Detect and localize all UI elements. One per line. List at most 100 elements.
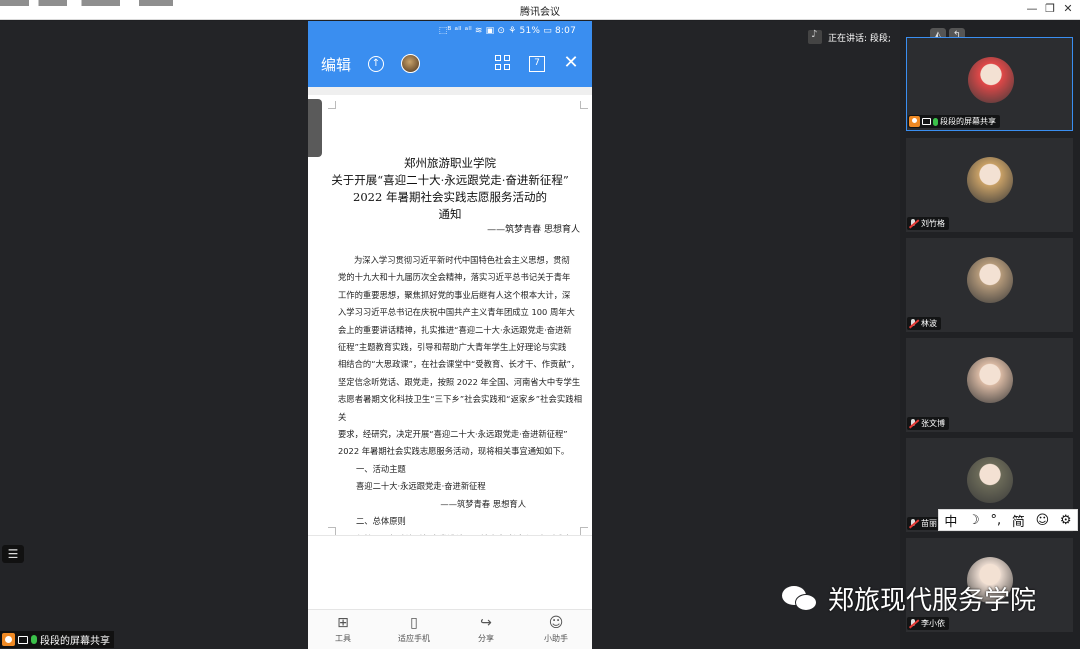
paragraph-line: 为深入学习贯彻习近平新时代中国特色社会主义思想，贯彻 bbox=[354, 255, 570, 265]
section-heading: 一、活动主题 bbox=[356, 463, 406, 474]
avatar bbox=[967, 257, 1013, 303]
paragraph-line: 工作的重要思想，聚焦抓好党的事业后继有人这个根本大计，深 bbox=[338, 289, 571, 300]
avatar bbox=[968, 57, 1014, 103]
wechat-logo-icon bbox=[782, 584, 820, 614]
doc-title-line: 郑州旅游职业学院 bbox=[404, 156, 496, 170]
paragraph-line: 志愿者暑期文化科技卫生“三下乡”社会实践和“返家乡”社会实践相关 bbox=[338, 394, 582, 422]
mic-muted-icon bbox=[908, 518, 919, 529]
assistant-button[interactable]: ☺ 小助手 bbox=[526, 614, 586, 644]
user-icon bbox=[2, 633, 15, 646]
share-button[interactable]: ↪ 分享 bbox=[456, 614, 516, 644]
minimize-button[interactable]: — bbox=[1024, 2, 1040, 16]
close-icon[interactable]: ✕ bbox=[562, 54, 580, 72]
phone-fit-label: 适应手机 bbox=[398, 634, 430, 643]
doc-gap bbox=[308, 87, 592, 95]
user-icon bbox=[909, 116, 920, 127]
paragraph-line: 会上的重要讲话精神，扎实推进“喜迎二十大·永远跟党走·奋进新 bbox=[338, 324, 572, 335]
window-title: 腾讯会议 bbox=[520, 7, 560, 18]
participant-tile[interactable]: 刘竹格 bbox=[906, 138, 1073, 232]
ime-mode-chinese[interactable]: 中 bbox=[944, 511, 957, 530]
page-corner-mark bbox=[328, 527, 336, 535]
side-drag-handle[interactable] bbox=[308, 99, 322, 157]
participant-label: 张文博 bbox=[907, 417, 949, 430]
participant-name: 苗丽 bbox=[921, 519, 937, 528]
mic-muted-icon bbox=[908, 418, 919, 429]
participant-label: 李小依 bbox=[907, 617, 949, 630]
phone-fit-button[interactable]: ▯ 适应手机 bbox=[384, 614, 444, 644]
list-icon[interactable]: ☰ bbox=[2, 545, 24, 563]
mic-icon bbox=[31, 635, 37, 644]
ime-emoji-icon[interactable]: ☺ bbox=[1036, 513, 1050, 528]
page-corner-mark bbox=[580, 527, 588, 535]
speaking-text: 正在讲话: 段段; bbox=[828, 33, 891, 44]
upload-icon[interactable]: ↑ bbox=[368, 56, 384, 72]
ime-half-width-icon[interactable]: ☽ bbox=[968, 513, 980, 528]
phone-status-bar: ⬚ᴮ ᵃˡˡ ᵃˡˡ ≋ ▣ ⊙ ⚘ 51% ▭ 8:07 bbox=[308, 21, 592, 43]
page-count-button[interactable]: 7 bbox=[529, 56, 545, 72]
phone-status-text: ⬚ᴮ ᵃˡˡ ᵃˡˡ ≋ ▣ ⊙ ⚘ 51% ▭ 8:07 bbox=[438, 26, 576, 36]
phone-doc-topbar: 编辑 ↑ 7 ✕ bbox=[308, 43, 592, 87]
phone-bottom-toolbar: ⊞ 工具 ▯ 适应手机 ↪ 分享 ☺ 小助手 bbox=[308, 609, 592, 649]
restore-button[interactable]: ❐ bbox=[1042, 2, 1058, 16]
avatar bbox=[967, 157, 1013, 203]
assistant-label: 小助手 bbox=[544, 634, 568, 643]
page-corner-mark bbox=[328, 101, 336, 109]
participant-tile[interactable]: 林波 bbox=[906, 238, 1073, 332]
window-titlebar: 腾讯会议 — ❐ ✕ bbox=[0, 0, 1080, 20]
doc-title-line: 2022 年暑期社会实践志愿服务活动的 bbox=[353, 190, 547, 204]
avatar bbox=[967, 457, 1013, 503]
paragraph-line: 2022 年暑期社会实践志愿服务活动，现将相关事宜通知如下。 bbox=[338, 446, 570, 457]
ime-toolbar: 中 ☽ °, 简 ☺ ⚙ bbox=[938, 509, 1078, 531]
mic-muted-icon bbox=[908, 318, 919, 329]
ime-settings-icon[interactable]: ⚙ bbox=[1060, 513, 1072, 528]
participant-label: 段段的屏幕共享 bbox=[908, 115, 1000, 128]
close-window-button[interactable]: ✕ bbox=[1060, 2, 1076, 16]
screen-icon bbox=[18, 635, 28, 644]
paragraph-line: 要求，经研究，决定开展“喜迎二十大·永远跟党走·奋进新征程” bbox=[338, 429, 568, 440]
paragraph-line: 党的十九大和十九届历次全会精神，落实习近平总书记关于青年 bbox=[338, 272, 571, 283]
section-subtheme: ——筑梦青春 思想育人 bbox=[440, 498, 526, 509]
participant-name: 李小依 bbox=[921, 619, 945, 628]
mic-icon bbox=[933, 117, 938, 126]
paragraph-line: 征程”主题教育实践，引导和帮助广大青年学生上好理论与实践 bbox=[338, 342, 567, 353]
ime-punctuation-icon[interactable]: °, bbox=[991, 513, 1002, 528]
assistant-icon: ☺ bbox=[548, 615, 564, 631]
edit-button[interactable]: 编辑 bbox=[321, 54, 351, 75]
ime-simplified[interactable]: 简 bbox=[1012, 511, 1025, 530]
tools-icon: ⊞ bbox=[337, 615, 349, 631]
participant-label: 刘竹格 bbox=[907, 217, 949, 230]
screen-share-tag: 段段的屏幕共享 bbox=[0, 631, 114, 648]
participant-name: 段段的屏幕共享 bbox=[940, 117, 996, 126]
section-theme: 喜迎二十大·永远跟党走·奋进新征程 bbox=[356, 481, 486, 492]
doc-subtitle: ——筑梦青春 思想育人 bbox=[487, 225, 580, 235]
screen-icon bbox=[922, 118, 931, 125]
tools-label: 工具 bbox=[335, 634, 351, 643]
doc-title-line: 通知 bbox=[438, 207, 462, 221]
screen-share-label: 段段的屏幕共享 bbox=[40, 636, 110, 647]
participant-label: 林波 bbox=[907, 317, 941, 330]
doc-title-line: 关于开展“喜迎二十大·永远跟党走·奋进新征程” bbox=[331, 173, 569, 187]
paragraph-line: 相结合的“大思政课”，在社会课堂中“受教育、长才干、作贡献”， bbox=[338, 359, 580, 370]
grid-icon[interactable] bbox=[495, 55, 511, 71]
doc-next-page bbox=[308, 535, 592, 585]
paragraph-line: 入学习习近平总书记在庆祝中国共产主义青年团成立 100 周年大 bbox=[338, 307, 575, 318]
paragraph-line: 坚定信念听党话、跟党走，按照 2022 年全国、河南省大中专学生 bbox=[338, 376, 581, 387]
shared-phone-screen: ⬚ᴮ ᵃˡˡ ᵃˡˡ ≋ ▣ ⊙ ⚘ 51% ▭ 8:07 编辑 ↑ 7 ✕ 郑… bbox=[308, 21, 592, 649]
section-heading: 二、总体原则 bbox=[356, 516, 406, 527]
participant-tile[interactable]: 段段的屏幕共享 bbox=[906, 37, 1073, 131]
watermark-text: 郑旅现代服务学院 bbox=[828, 586, 1037, 616]
participant-name: 张文博 bbox=[921, 419, 945, 428]
tools-button[interactable]: ⊞ 工具 bbox=[313, 614, 373, 644]
doc-body: 为深入学习贯彻习近平新时代中国特色社会主义思想，贯彻 党的十九大和十九届历次全会… bbox=[338, 252, 582, 548]
phone-fit-icon: ▯ bbox=[410, 615, 418, 631]
avatar[interactable] bbox=[401, 54, 420, 73]
participant-tile[interactable]: 张文博 bbox=[906, 338, 1073, 432]
mic-muted-icon bbox=[908, 618, 919, 629]
share-label: 分享 bbox=[478, 634, 494, 643]
avatar bbox=[967, 357, 1013, 403]
share-icon: ↪ bbox=[480, 615, 492, 631]
participant-label: 苗丽 bbox=[907, 517, 941, 530]
participant-name: 刘竹格 bbox=[921, 219, 945, 228]
speaker-icon bbox=[808, 29, 822, 44]
watermark: 郑旅现代服务学院 bbox=[782, 580, 1036, 617]
